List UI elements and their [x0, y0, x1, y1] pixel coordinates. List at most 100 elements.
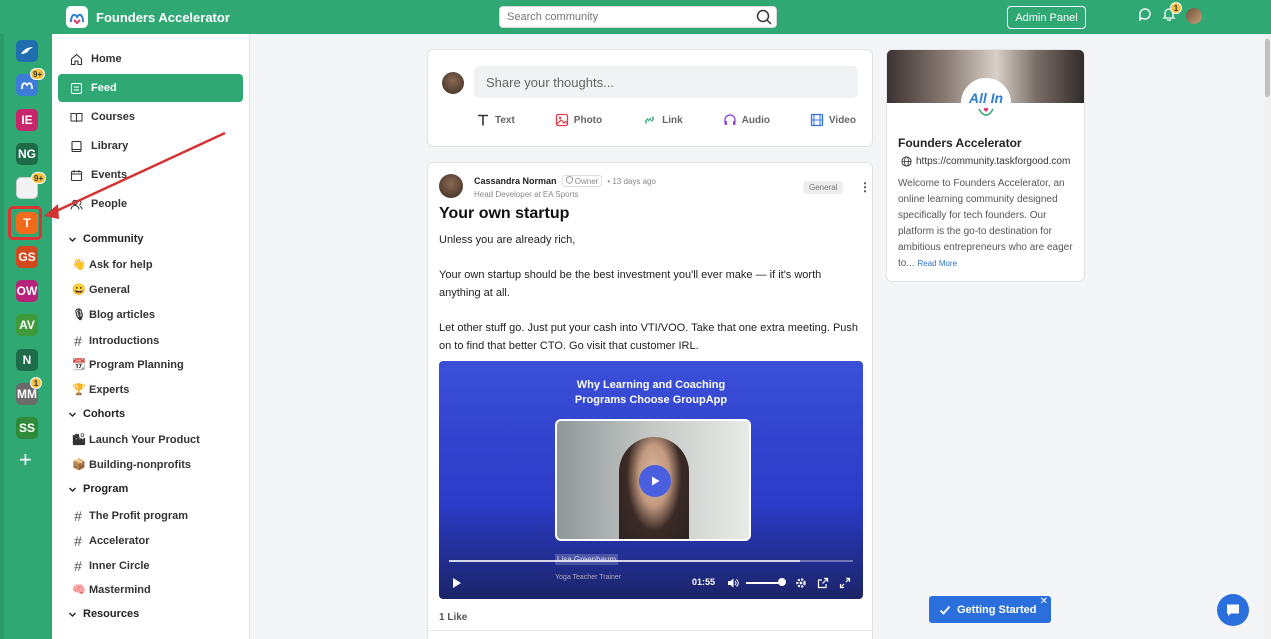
- community-switcher-item[interactable]: GS: [16, 246, 38, 268]
- post-body: Unless you are already rich, Your own st…: [439, 231, 863, 372]
- search-icon[interactable]: [755, 8, 773, 29]
- getting-started-button[interactable]: Getting Started ✕: [929, 596, 1051, 623]
- community-switcher-item[interactable]: N: [16, 349, 38, 371]
- community-switcher-item[interactable]: IE: [16, 109, 38, 131]
- community-url[interactable]: https://community.taskforgood.com: [916, 156, 1070, 167]
- author-avatar[interactable]: [439, 174, 463, 198]
- group-title: Resources: [83, 608, 140, 620]
- sidebar-channel[interactable]: 🏙 Launch Your Product: [72, 433, 200, 447]
- fullscreen-icon[interactable]: [839, 577, 851, 592]
- sidebar-channel[interactable]: # The Profit program: [72, 508, 188, 524]
- channel-label: General: [89, 283, 130, 296]
- nav-people[interactable]: People: [58, 190, 243, 218]
- community-url-row[interactable]: https://community.taskforgood.com: [901, 156, 1070, 167]
- hash-icon: #: [74, 333, 82, 349]
- compose-photo-button[interactable]: Photo: [555, 113, 602, 127]
- channel-emoji-icon: 📦: [72, 459, 86, 471]
- nav-events[interactable]: Events: [58, 161, 243, 189]
- nav-label: Library: [91, 140, 129, 152]
- nav-label: Events: [91, 169, 128, 181]
- owner-badge: Owner: [561, 175, 603, 187]
- sidebar-group-header[interactable]: Program: [68, 483, 128, 495]
- sidebar-channel[interactable]: 🧠 Mastermind: [72, 583, 151, 597]
- sidebar-group-header[interactable]: Cohorts: [68, 408, 125, 420]
- book-open-icon: [70, 112, 83, 122]
- community-switcher-item[interactable]: NG: [16, 143, 38, 165]
- video-player[interactable]: Why Learning and Coaching Programs Choos…: [439, 361, 863, 599]
- community-switcher-item[interactable]: MM 1: [16, 377, 42, 405]
- like-count[interactable]: 1 Like: [439, 612, 467, 623]
- video-progress-bar[interactable]: [449, 560, 853, 562]
- video-controls: 01:55: [449, 575, 853, 591]
- community-switcher-item[interactable]: [16, 40, 38, 62]
- community-switcher-item[interactable]: AV: [16, 314, 38, 336]
- settings-icon[interactable]: [795, 577, 807, 592]
- community-rail: 9+ IE NG 9+ T GS OW AV N MM 1 SS +: [0, 34, 52, 639]
- compose-text-button[interactable]: Text: [476, 113, 515, 127]
- post-paragraph: Your own startup should be the best inve…: [439, 269, 822, 299]
- volume-icon[interactable]: [727, 577, 739, 592]
- share-thoughts-input[interactable]: Share your thoughts...: [474, 66, 858, 98]
- sidebar-channel[interactable]: 📦 Building-nonprofits: [72, 458, 192, 472]
- community-logo-text: All In: [968, 90, 1004, 106]
- scrollbar-thumb[interactable]: [1265, 39, 1270, 97]
- nav-home[interactable]: Home: [58, 45, 243, 73]
- sidebar-channel[interactable]: 😀 General: [72, 283, 130, 297]
- notification-badge: 1: [1170, 2, 1182, 14]
- play-icon[interactable]: [451, 577, 463, 592]
- add-community-icon[interactable]: +: [19, 447, 32, 473]
- close-icon[interactable]: ✕: [1040, 596, 1048, 607]
- volume-knob[interactable]: [778, 578, 787, 586]
- sidebar-channel[interactable]: # Inner Circle: [72, 558, 149, 574]
- more-options-icon[interactable]: ⋮: [859, 180, 871, 194]
- nav-label: People: [91, 198, 128, 210]
- sidebar-channel[interactable]: # Accelerator: [72, 533, 150, 549]
- author-name[interactable]: Cassandra Norman: [474, 176, 557, 186]
- community-switcher-item[interactable]: SS: [16, 417, 38, 439]
- hash-icon: #: [74, 533, 82, 549]
- popout-icon[interactable]: [817, 577, 829, 592]
- user-avatar[interactable]: [1186, 7, 1202, 24]
- search-bar[interactable]: [499, 6, 777, 28]
- nav-library[interactable]: Library: [58, 132, 243, 160]
- channel-label: The Profit program: [89, 510, 189, 522]
- admin-panel-button[interactable]: Admin Panel: [1007, 6, 1086, 29]
- compose-action-label: Video: [828, 114, 856, 126]
- group-title: Community: [83, 233, 144, 245]
- community-switcher-item[interactable]: 9+: [16, 68, 46, 96]
- sidebar-channel[interactable]: 👋 Ask for help: [72, 258, 153, 272]
- community-switcher-item[interactable]: 9+: [16, 172, 47, 199]
- brand[interactable]: Founders Accelerator: [66, 6, 230, 28]
- notifications[interactable]: 1: [1162, 2, 1182, 24]
- sidebar-channel[interactable]: 🎙 Blog articles: [72, 308, 155, 322]
- channel-label: Building-nonprofits: [89, 458, 192, 471]
- community-initials: IE: [21, 113, 33, 127]
- sidebar-channel[interactable]: 🏆 Experts: [72, 383, 129, 397]
- link-icon: [645, 116, 654, 124]
- post-channel-tag[interactable]: General: [803, 181, 844, 194]
- channel-label: Accelerator: [89, 535, 150, 547]
- compose-audio-button[interactable]: Audio: [723, 113, 770, 127]
- post-paragraph: Unless you are already rich,: [439, 234, 576, 246]
- community-description: Welcome to Founders Accelerator, an onli…: [898, 176, 1076, 272]
- sidebar-channel[interactable]: 📆 Program Planning: [72, 358, 184, 372]
- community-switcher-item[interactable]: OW: [16, 280, 38, 302]
- support-chat-button[interactable]: [1217, 594, 1249, 626]
- search-input[interactable]: [500, 7, 740, 27]
- nav-courses[interactable]: Courses: [58, 103, 243, 131]
- page-scrollbar[interactable]: [1264, 34, 1271, 639]
- channel-label: Launch Your Product: [89, 433, 200, 446]
- nav-feed[interactable]: Feed: [58, 74, 243, 102]
- compose-link-button[interactable]: Link: [642, 113, 683, 127]
- sidebar-group-header[interactable]: Resources: [68, 608, 139, 620]
- compose-action-label: Photo: [573, 114, 603, 126]
- post-paragraph: Let other stuff go. Just put your cash i…: [439, 322, 859, 352]
- channel-label: Ask for help: [89, 258, 153, 271]
- play-overlay-button[interactable]: [639, 465, 671, 497]
- chat-icon[interactable]: [1138, 7, 1152, 24]
- compose-video-button[interactable]: Video: [810, 113, 856, 127]
- sidebar: Home Feed Courses Library Events People …: [52, 34, 250, 639]
- read-more-link[interactable]: Read More: [917, 259, 957, 268]
- sidebar-channel[interactable]: # Introductions: [72, 333, 159, 349]
- sidebar-group-header[interactable]: Community: [68, 233, 144, 245]
